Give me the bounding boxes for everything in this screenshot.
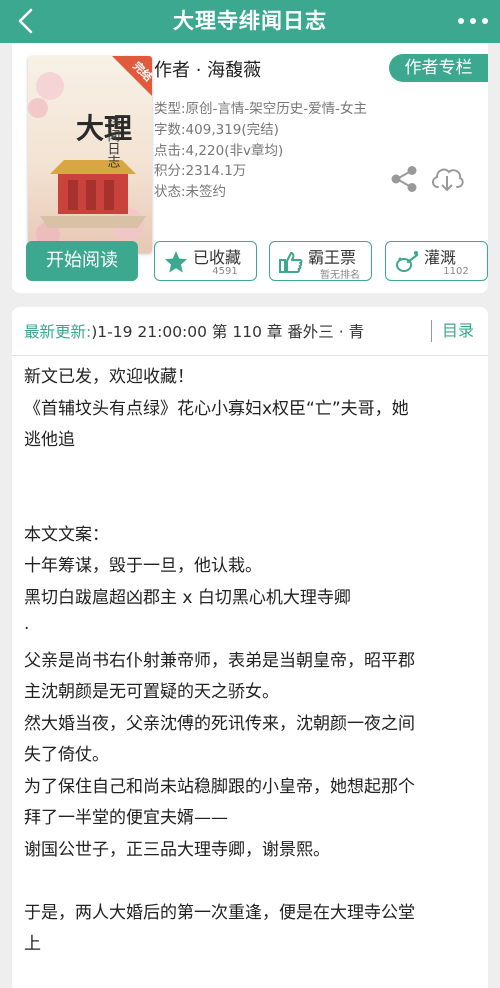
synopsis-line (24, 866, 476, 898)
author-column-button[interactable]: 作者专栏 (389, 54, 488, 82)
favorite-label: 已收藏 (193, 248, 242, 267)
cloud-download-icon (432, 168, 464, 192)
svg-text:绯闻日志: 绯闻日志 (105, 116, 121, 168)
star-icon (165, 251, 187, 273)
book-info-card: 大理 绯闻日志 完结 作者 · 海馥薇 作者专栏 类型:原创-言情-架空历史-爱… (12, 43, 488, 293)
top-bar: 大理寺绯闻日志 (0, 0, 500, 43)
latest-update-row[interactable]: 最新更新:)1-19 21:00:00 第 110 章 番外三 · 青 (24, 320, 476, 344)
share-icon (391, 166, 417, 192)
synopsis-line (24, 457, 476, 489)
synopsis-line: 黑切白跋扈超凶郡主 x 白切黑心机大理寺卿 (24, 587, 351, 608)
more-dots-icon (458, 18, 464, 24)
meta-word-count: 字数:409,319(完结) (154, 121, 279, 138)
synopsis-line: 谢国公世子，正三品大理寺卿，谢景熙。 (24, 839, 330, 860)
more-dots-icon (482, 18, 488, 24)
book-cover[interactable]: 大理 绯闻日志 完结 (28, 56, 152, 253)
water-count: 1102 (443, 266, 469, 277)
meta-clicks: 点击:4,220(非v章均) (154, 142, 284, 159)
share-button[interactable] (389, 165, 419, 193)
overlord-ticket-rank: 暂无排名 (320, 270, 360, 281)
water-label: 灌溉 (424, 248, 457, 267)
favorite-button[interactable]: 已收藏 4591 (154, 241, 257, 281)
synopsis-line: 逃他追 (24, 430, 75, 450)
thumbs-up-icon (279, 252, 303, 273)
synopsis-line: 十年筹谋，毁于一旦，他认栽。 (24, 556, 262, 576)
favorite-count: 4591 (212, 266, 238, 277)
divider (12, 355, 488, 356)
content-card: 最新更新:)1-19 21:00:00 第 110 章 番外三 · 青 目录 新… (12, 307, 488, 988)
watering-can-icon (396, 251, 419, 272)
latest-update-label: 最新更新: (24, 323, 92, 341)
synopsis-line: 于是，两人大婚后的第一次重逢，便是在大理寺公堂 (24, 902, 415, 923)
start-reading-button[interactable]: 开始阅读 (26, 241, 138, 281)
download-button[interactable] (429, 163, 465, 193)
meta-status: 状态:未签约 (154, 184, 227, 201)
synopsis-line: · (24, 619, 30, 639)
more-button[interactable] (458, 10, 488, 32)
meta-genre: 类型:原创-言情-架空历史-爱情-女主 (154, 101, 368, 117)
synopsis-line: 拜了一半堂的便宜夫婿—— (24, 808, 228, 828)
water-button[interactable]: 灌溉 1102 (385, 241, 488, 281)
action-row: 开始阅读 已收藏 4591 霸王票 暂无排名 灌溉 1102 (26, 241, 488, 283)
more-dots-icon (470, 18, 476, 24)
synopsis-line (24, 488, 476, 520)
synopsis-line: 主沈朝颜是无可置疑的天之骄女。 (24, 682, 279, 702)
synopsis-line: 本文文案： (24, 524, 109, 545)
book-synopsis: 新文已发，欢迎收藏！ 《首辅坟头有点绿》花心小寡妇x权臣“亡”夫哥，她 逃他追 … (24, 362, 476, 961)
book-meta-list: 类型:原创-言情-架空历史-爱情-女主 字数:409,319(完结) 点击:4,… (154, 99, 367, 203)
synopsis-line: 失了倚仗。 (24, 745, 109, 765)
synopsis-line: 新文已发，欢迎收藏！ (24, 367, 194, 387)
synopsis-line: 为了保住自己和尚未站稳脚跟的小皇帝，她想起那个 (24, 776, 415, 797)
synopsis-line: 父亲是尚书右仆射兼帝师，表弟是当朝皇帝，昭平郡 (24, 650, 415, 671)
synopsis-line: 上 (24, 934, 41, 954)
overlord-ticket-button[interactable]: 霸王票 暂无排名 (269, 241, 372, 281)
synopsis-line: 然大婚当夜，父亲沈傅的死讯传来，沈朝颜一夜之间 (24, 713, 415, 734)
meta-score: 积分:2314.1万 (154, 163, 247, 180)
synopsis-line: 《首辅坟头有点绿》花心小寡妇x权臣“亡”夫哥，她 (24, 398, 409, 419)
overlord-ticket-label: 霸王票 (308, 248, 357, 267)
table-of-contents-link[interactable]: 目录 (430, 320, 474, 342)
page-title: 大理寺绯闻日志 (173, 9, 327, 33)
author-name[interactable]: 作者 · 海馥薇 (154, 56, 261, 82)
latest-update-text: )1-19 21:00:00 第 110 章 番外三 · 青 (91, 323, 365, 341)
